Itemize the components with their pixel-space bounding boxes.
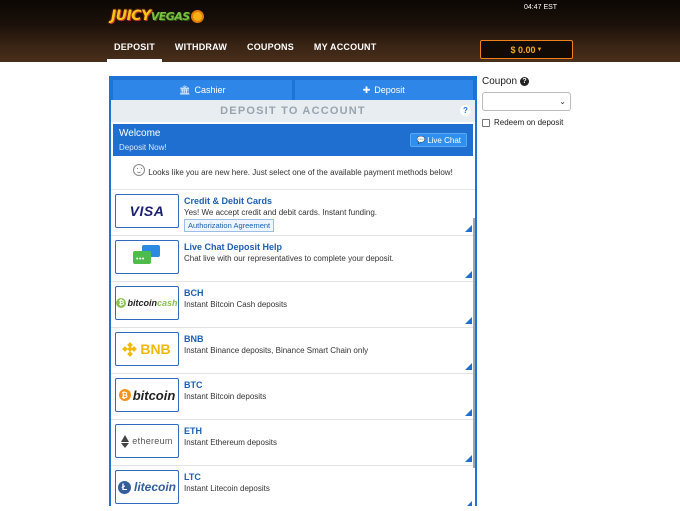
welcome-heading: Welcome — [119, 128, 161, 139]
smiley-icon — [133, 163, 146, 176]
bnb-logo-text: BNB — [140, 341, 171, 357]
method-description: Instant Binance deposits, Binance Smart … — [184, 346, 369, 355]
welcome-subheading: Deposit Now! — [119, 143, 167, 152]
redeem-on-deposit: Redeem on deposit — [482, 118, 563, 127]
logo-text-vegas: VEGAS — [150, 9, 191, 23]
site-logo[interactable]: JUICY VEGAS — [111, 7, 204, 25]
bch-logo-cash: cash — [156, 298, 178, 308]
method-credit-debit[interactable]: VISA Credit & Debit Cards Yes! We accept… — [111, 190, 475, 236]
ltc-logo-text: litecoin — [133, 480, 176, 494]
visa-text: VISA — [129, 203, 165, 219]
logo-text-juicy: JUICY — [111, 8, 151, 24]
ethereum-icon — [121, 434, 130, 448]
bch-logo-text: bitcoin — [127, 298, 157, 308]
method-description: Yes! We accept credit and debit cards. I… — [184, 208, 378, 217]
method-title: BNB — [184, 334, 204, 344]
question-icon[interactable]: ? — [520, 77, 530, 86]
method-description: Instant Ethereum deposits — [184, 438, 277, 447]
method-description: Chat live with our representatives to co… — [184, 254, 394, 263]
plus-icon: ✚ — [362, 84, 371, 95]
nav-withdraw[interactable]: WITHDRAW — [168, 38, 234, 62]
welcome-banner: Welcome Deposit Now! 💬 Live Chat — [113, 124, 473, 156]
tab-cashier-label: Cashier — [194, 85, 226, 95]
bitcoin-cash-logo: ₿ bitcoin cash — [115, 286, 179, 320]
method-description: Instant Bitcoin Cash deposits — [184, 300, 288, 309]
coupon-label-text: Coupon — [482, 76, 518, 87]
method-description: Instant Litecoin deposits — [184, 484, 270, 493]
panel-scrollbar[interactable] — [473, 218, 475, 468]
litecoin-logo: Łlitecoin — [115, 470, 179, 504]
method-bnb[interactable]: BNB BNB Instant Binance deposits, Binanc… — [111, 328, 475, 374]
deposit-panel: 🏛 Cashier ✚ Deposit DEPOSIT TO ACCOUNT ?… — [109, 76, 477, 506]
method-title: LTC — [184, 472, 201, 482]
live-chat-button[interactable]: 💬 Live Chat — [410, 133, 467, 147]
help-icon[interactable]: ? — [460, 105, 471, 116]
balance-dropdown-button[interactable]: $ 0.00 ▼ — [480, 40, 573, 59]
bank-icon: 🏛 — [179, 84, 191, 95]
method-title: Live Chat Deposit Help — [184, 242, 283, 252]
page-title: DEPOSIT TO ACCOUNT — [220, 105, 366, 117]
method-bch[interactable]: ₿ bitcoin cash BCH Instant Bitcoin Cash de… — [111, 282, 475, 328]
bnb-logo: BNB — [115, 332, 179, 366]
site-header: JUICY VEGAS 04:47 EST DEPOSIT WITHDRAW C… — [0, 0, 680, 62]
cashier-tabs: 🏛 Cashier ✚ Deposit — [111, 78, 475, 100]
method-title: ETH — [184, 426, 202, 436]
ethereum-logo: ethereum — [115, 424, 179, 458]
nav-coupons[interactable]: COUPONS — [240, 38, 301, 62]
chat-bubbles-logo: ••• — [115, 240, 179, 274]
authorization-agreement-link[interactable]: Authorization Agreement — [184, 219, 275, 232]
tab-deposit[interactable]: ✚ Deposit — [294, 80, 473, 100]
tab-cashier[interactable]: 🏛 Cashier — [113, 80, 292, 100]
method-eth[interactable]: ethereum ETH Instant Ethereum deposits — [111, 420, 475, 466]
new-user-message: Looks like you are new here. Just select… — [111, 156, 475, 190]
redeem-checkbox[interactable] — [482, 118, 490, 127]
method-title: BTC — [184, 380, 203, 390]
method-description: Instant Bitcoin deposits — [184, 392, 267, 401]
litecoin-icon: Ł — [117, 480, 131, 494]
tab-deposit-label: Deposit — [374, 85, 405, 95]
live-chat-label: Live Chat — [427, 135, 461, 145]
method-ltc[interactable]: Łlitecoin LTC Instant Litecoin deposits — [111, 466, 475, 506]
payment-method-list: VISA Credit & Debit Cards Yes! We accept… — [111, 190, 475, 506]
btc-logo-text: bitcoin — [132, 387, 176, 403]
chevron-down-icon: ⌄ — [559, 97, 566, 106]
chat-icon: 💬 — [416, 137, 426, 144]
coupon-select[interactable]: ⌄ — [482, 92, 571, 111]
logo-coin-icon — [190, 9, 204, 23]
visa-logo: VISA — [115, 194, 179, 228]
deposit-title-bar: DEPOSIT TO ACCOUNT ? — [111, 100, 475, 122]
bitcoin-icon: ₿ — [118, 389, 131, 401]
nav-my-account[interactable]: MY ACCOUNT — [307, 38, 384, 62]
eth-logo-text: ethereum — [132, 436, 173, 446]
new-user-text: Looks like you are new here. Just select… — [148, 168, 453, 177]
redeem-label: Redeem on deposit — [494, 118, 564, 127]
method-live-chat-help[interactable]: ••• Live Chat Deposit Help Chat live wit… — [111, 236, 475, 282]
bitcoin-cash-icon: ₿ — [116, 298, 127, 308]
coupon-label: Coupon ? — [482, 76, 530, 87]
method-btc[interactable]: ₿ bitcoin BTC Instant Bitcoin deposits — [111, 374, 475, 420]
clock-time: 04:47 EST — [524, 4, 558, 11]
chat-bubbles-icon: ••• — [133, 245, 161, 269]
caret-down-icon: ▼ — [536, 46, 543, 53]
binance-icon — [122, 341, 138, 357]
nav-deposit[interactable]: DEPOSIT — [107, 38, 162, 62]
bitcoin-logo: ₿ bitcoin — [115, 378, 179, 412]
method-title: BCH — [184, 288, 204, 298]
method-title: Credit & Debit Cards — [184, 196, 273, 206]
balance-amount: $ 0.00 — [510, 44, 536, 55]
main-nav: DEPOSIT WITHDRAW COUPONS MY ACCOUNT — [107, 38, 383, 62]
